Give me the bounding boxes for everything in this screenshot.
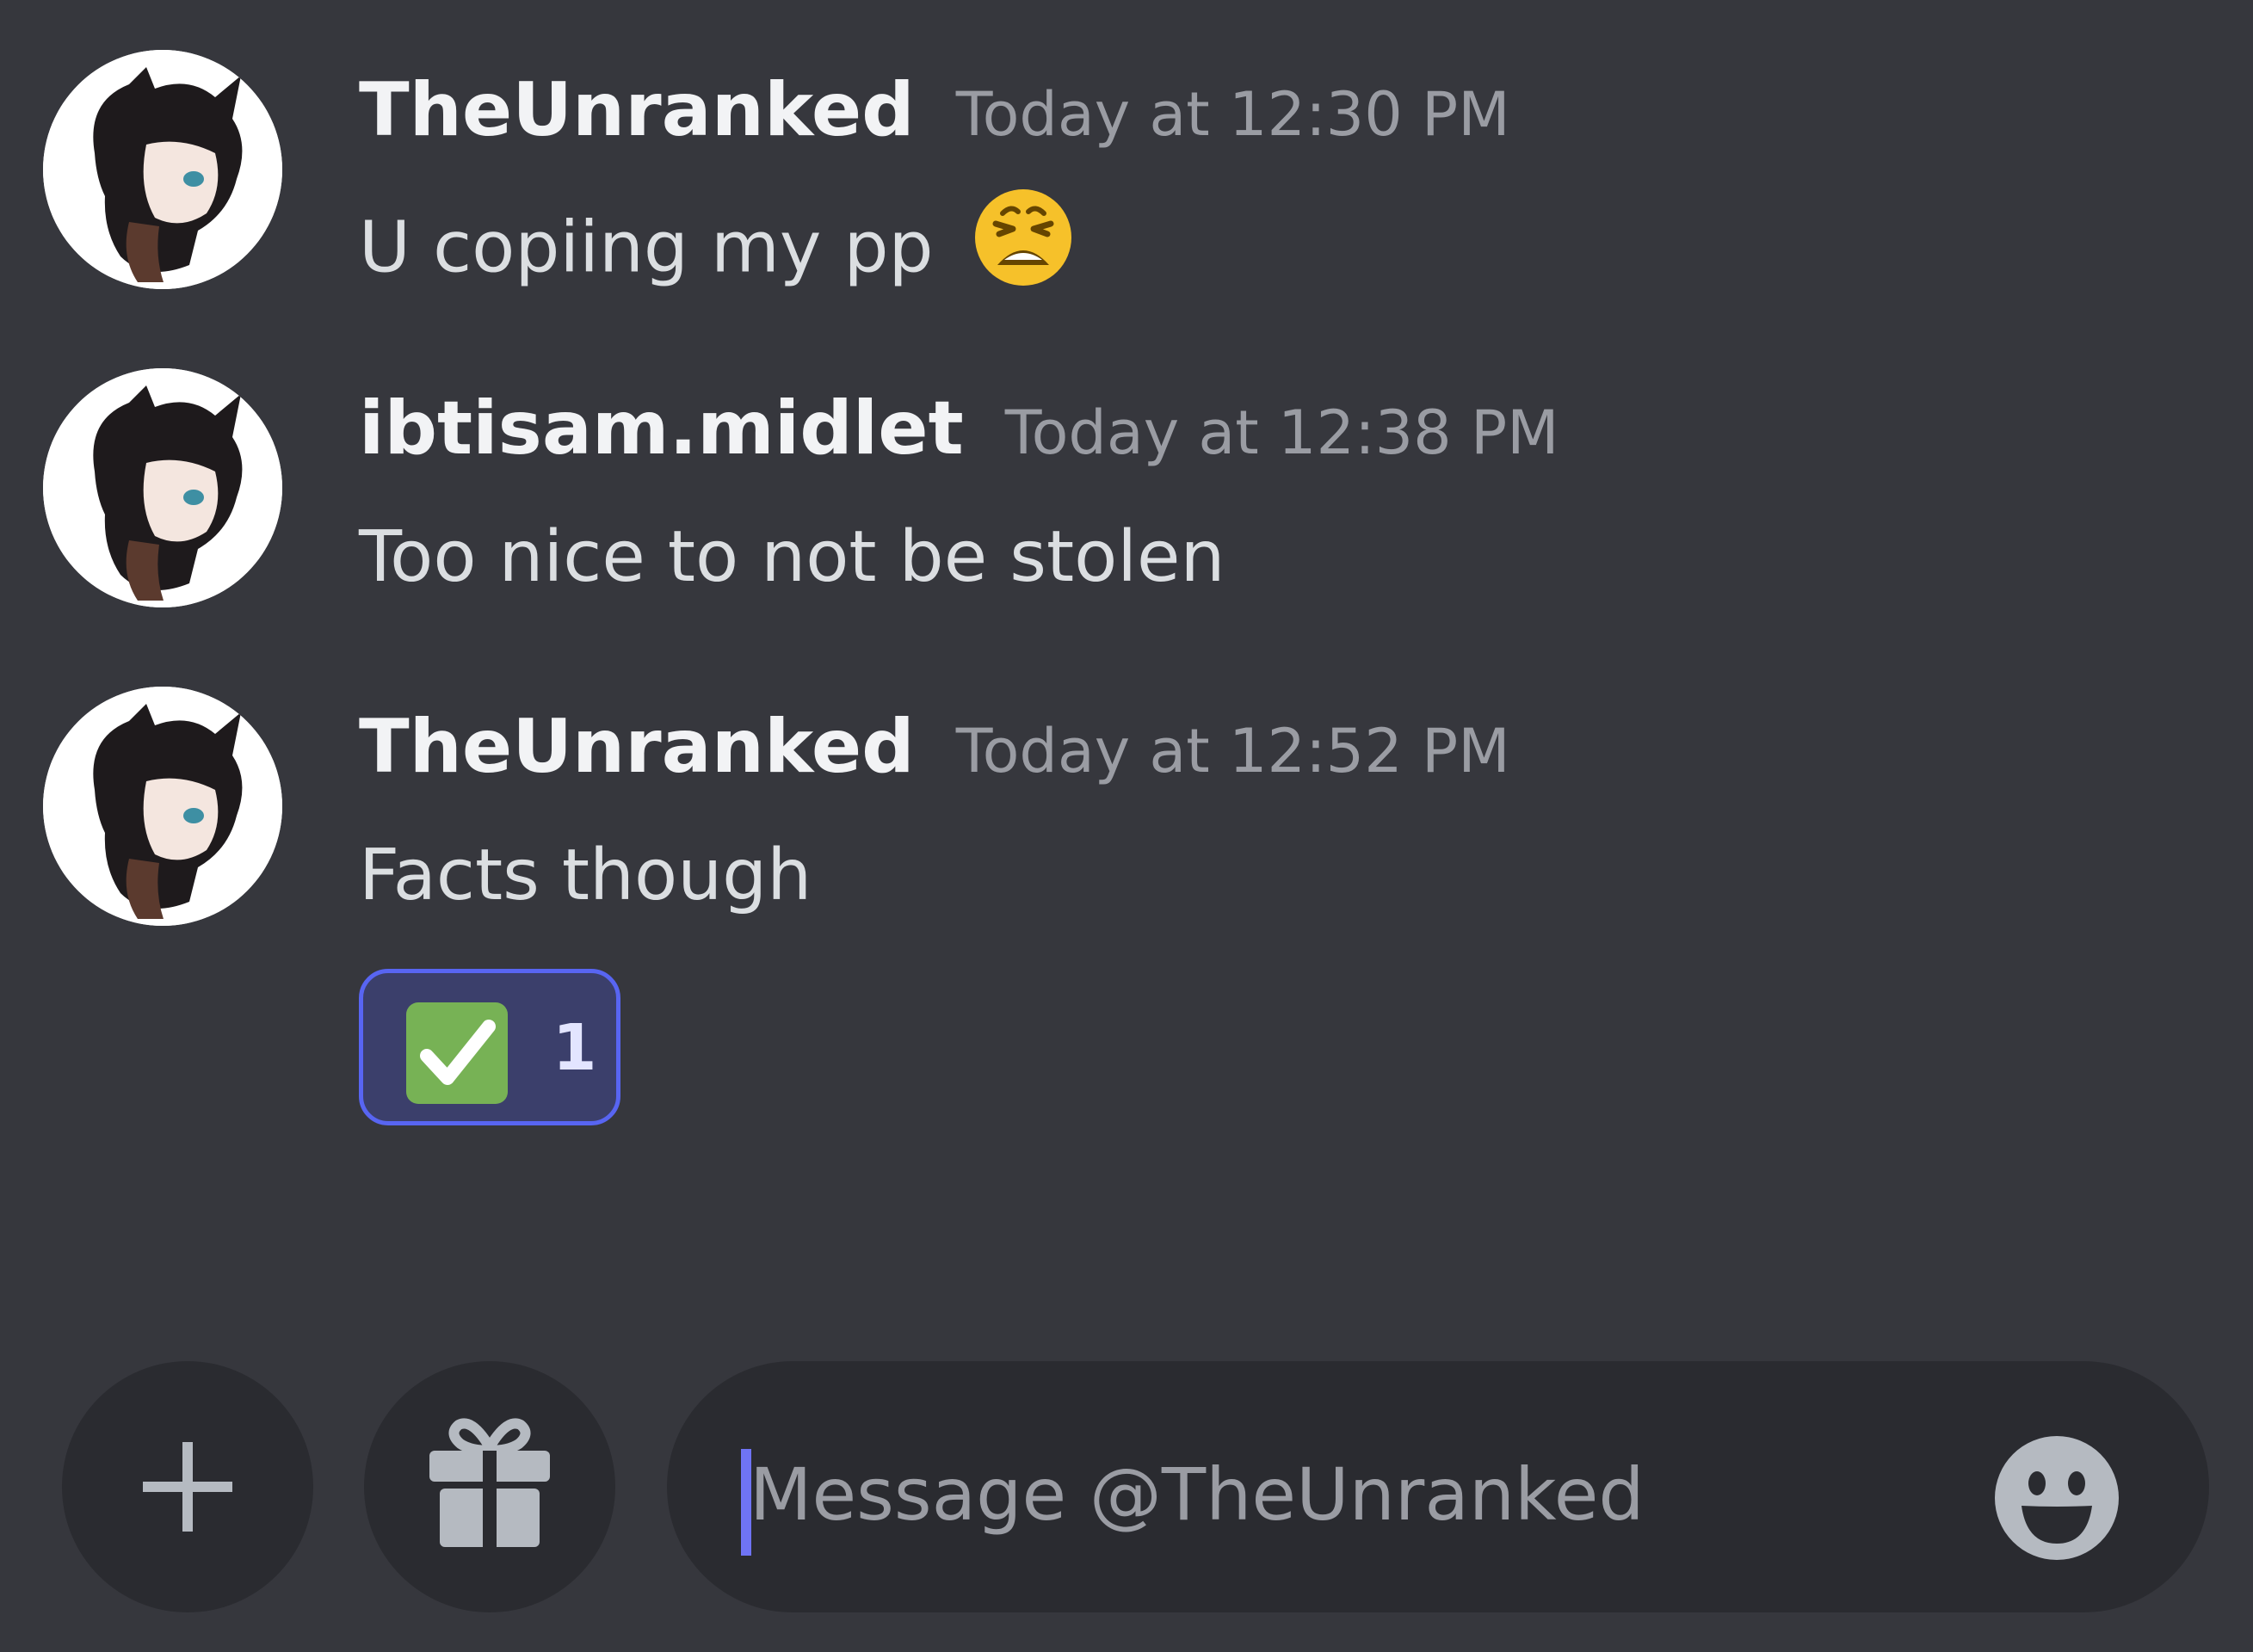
message-input[interactable]: Message @TheUnranked — [667, 1361, 2209, 1612]
check-mark-button-icon — [406, 1002, 508, 1107]
message-timestamp: Today at 12:52 PM — [955, 716, 1510, 786]
message-timestamp: Today at 12:30 PM — [955, 79, 1510, 150]
attach-button[interactable] — [62, 1361, 313, 1612]
avatar[interactable] — [43, 50, 282, 289]
message-composer: Message @TheUnranked — [0, 1342, 2253, 1652]
emoji-picker-button[interactable] — [1992, 1433, 2121, 1563]
avatar-image — [43, 368, 282, 607]
reaction-count: 1 — [552, 1011, 597, 1085]
smiley-icon — [1995, 1436, 2119, 1560]
avatar-image — [43, 687, 282, 926]
message-author[interactable]: TheUnranked — [359, 704, 915, 790]
message-author[interactable]: TheUnranked — [359, 67, 915, 153]
reaction-button[interactable]: 1 — [359, 969, 620, 1125]
message-author[interactable]: ibtisam.midlet — [359, 385, 964, 472]
gift-icon — [429, 1418, 550, 1547]
plus-icon — [143, 1442, 232, 1532]
message-text: U copiing my pp — [359, 206, 934, 289]
avatar[interactable] — [43, 687, 282, 926]
avatar[interactable] — [43, 368, 282, 607]
message-input-placeholder: Message @TheUnranked — [750, 1452, 1645, 1537]
avatar-image — [43, 50, 282, 289]
message-timestamp: Today at 12:38 PM — [1004, 398, 1559, 468]
chat-messages: TheUnranked Today at 12:30 PM U copiing m… — [0, 0, 2253, 1325]
message-text: Facts though — [359, 835, 812, 916]
weary-face-emoji-icon — [972, 186, 1075, 306]
gift-button[interactable] — [364, 1361, 615, 1612]
message-text: Too nice to not be stolen — [359, 516, 1225, 598]
